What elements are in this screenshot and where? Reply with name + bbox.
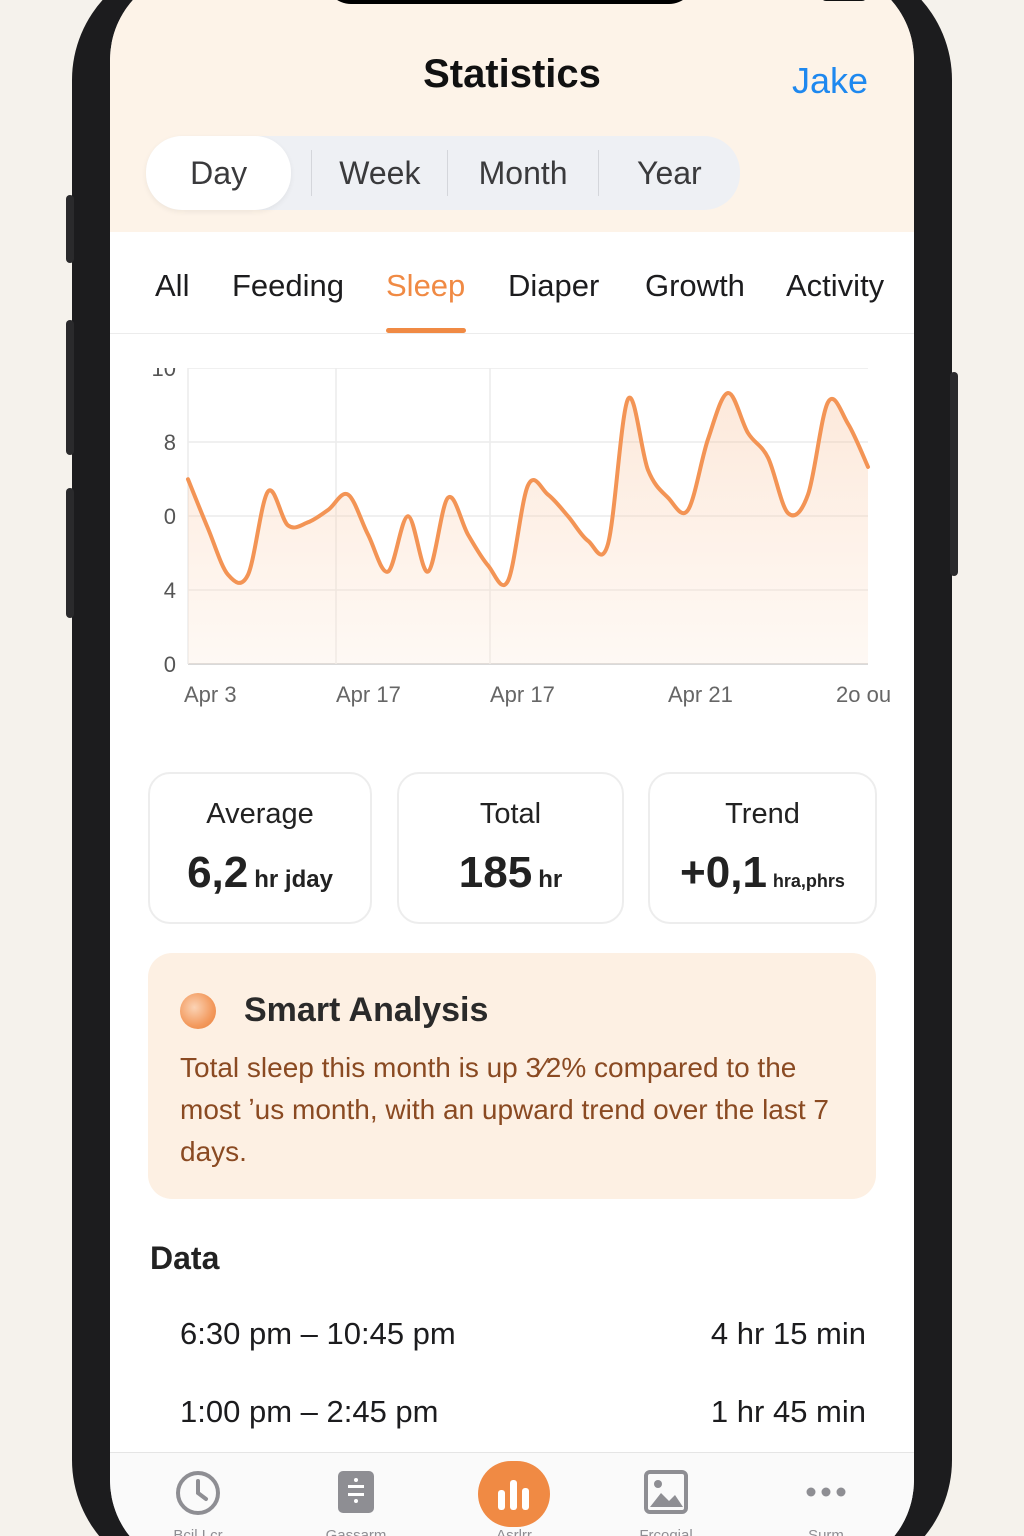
stat-unit: hra,phrs bbox=[772, 871, 845, 891]
tab-bar-label: Gassarm bbox=[325, 1527, 387, 1536]
y-tick-label: 4 bbox=[164, 578, 176, 603]
tab-bar: Bcil Lcr Gassarm Asrlrr Frcoqial Surm bbox=[110, 1452, 914, 1536]
y-tick-label: 0 bbox=[164, 652, 176, 677]
smart-analysis-card: Smart Analysis Total sleep this month is… bbox=[148, 953, 876, 1199]
stat-card-total[interactable]: Total 185 hr bbox=[397, 772, 624, 924]
y-tick-label: 0 bbox=[164, 504, 176, 529]
dynamic-island bbox=[325, 0, 695, 4]
tab-bar-label: Bcil Lcr bbox=[173, 1527, 223, 1536]
tab-bar-label: Asrlrr bbox=[496, 1527, 532, 1536]
stat-value-row: 6,2 hr jday bbox=[150, 848, 370, 898]
tab-bar-item-more[interactable]: Surm bbox=[756, 1453, 896, 1536]
sleep-chart: 10 8 0 4 0 Apr 3 Apr 17 Apr 17 Apr 21 2o ou bbox=[140, 356, 900, 748]
stat-value: 6,2 bbox=[187, 848, 249, 897]
stat-value-row: 185 hr bbox=[399, 848, 622, 898]
tab-growth[interactable]: Growth bbox=[645, 268, 745, 304]
stat-value: 185 bbox=[458, 848, 533, 897]
tab-feeding[interactable]: Feeding bbox=[232, 268, 344, 304]
more-icon bbox=[806, 1487, 846, 1497]
profile-link[interactable]: Jake bbox=[792, 60, 868, 102]
tab-activity[interactable]: Activity bbox=[786, 268, 884, 304]
tab-bar-item-photos[interactable]: Frcoqial bbox=[596, 1453, 736, 1536]
data-heading: Data bbox=[150, 1240, 220, 1276]
category-tabs: All Feeding Sleep Diaper Growth Activity bbox=[110, 232, 914, 334]
stat-unit: hr bbox=[538, 866, 563, 893]
analysis-orb-icon bbox=[180, 993, 216, 1029]
clock-icon bbox=[176, 1471, 220, 1515]
tab-bar-item-stats[interactable]: Asrlrr bbox=[444, 1453, 584, 1536]
duration: 1 hr 45 min bbox=[710, 1394, 866, 1429]
tab-bar-label: Frcoqial bbox=[639, 1527, 693, 1536]
analysis-body: Total sleep this month is up 3⁄2% compar… bbox=[180, 1052, 829, 1167]
stat-label: Trend bbox=[725, 798, 800, 830]
side-button-volume-up bbox=[66, 320, 74, 455]
tab-sleep[interactable]: Sleep bbox=[386, 268, 465, 304]
calculator-icon bbox=[338, 1471, 374, 1513]
stats-fab[interactable] bbox=[478, 1461, 550, 1527]
bar-chart-icon bbox=[498, 1480, 529, 1510]
tab-bar-label: Surm bbox=[808, 1527, 844, 1536]
segment-year[interactable]: Year bbox=[599, 136, 740, 210]
active-tab-indicator bbox=[386, 328, 466, 333]
x-tick-label: Apr 17 bbox=[490, 682, 555, 707]
y-tick-label: 10 bbox=[152, 368, 176, 381]
side-button-silent bbox=[66, 195, 74, 263]
stat-card-trend[interactable]: Trend +0,1 hra,phrs bbox=[648, 772, 877, 924]
stat-card-average[interactable]: Average 6,2 hr jday bbox=[148, 772, 372, 924]
segment-week[interactable]: Week bbox=[312, 136, 447, 210]
x-tick-label: Apr 21 bbox=[668, 682, 733, 707]
time-range: 6:30 pm – 10:45 pm bbox=[180, 1316, 456, 1351]
stat-label: Total bbox=[479, 798, 542, 830]
stat-label: Average bbox=[206, 798, 314, 830]
table-row[interactable]: 1:00 pm – 2:45 pm 1 hr 45 min bbox=[180, 1394, 866, 1434]
x-tick-label: Apr 3 bbox=[184, 682, 237, 707]
x-tick-label: 2o ou bbox=[836, 682, 891, 707]
side-button-volume-down bbox=[66, 488, 74, 618]
tab-diaper[interactable]: Diaper bbox=[508, 268, 599, 304]
segment-month[interactable]: Month bbox=[448, 136, 597, 210]
status-indicators bbox=[823, 0, 865, 1]
app-screen: Statistics Jake Day Week Month Year All … bbox=[110, 0, 914, 1536]
time-range: 1:00 pm – 2:45 pm bbox=[180, 1394, 439, 1429]
tab-bar-item-log[interactable]: Bcil Lcr bbox=[128, 1453, 268, 1536]
table-row[interactable]: 6:30 pm – 10:45 pm 4 hr 15 min bbox=[180, 1316, 866, 1356]
stat-value-row: +0,1 hra,phrs bbox=[650, 848, 875, 898]
x-tick-label: Apr 17 bbox=[336, 682, 401, 707]
tab-all[interactable]: All bbox=[155, 268, 189, 304]
stat-value: +0,1 bbox=[680, 848, 767, 897]
duration: 4 hr 15 min bbox=[710, 1316, 866, 1351]
side-button-power bbox=[950, 372, 958, 576]
stat-unit: hr jday bbox=[254, 866, 333, 893]
tab-bar-item-calc[interactable]: Gassarm bbox=[286, 1453, 426, 1536]
y-tick-label: 8 bbox=[164, 430, 176, 455]
segment-day[interactable]: Day bbox=[146, 136, 292, 210]
period-segmented-control: Day Week Month Year bbox=[146, 136, 740, 210]
analysis-title: Smart Analysis bbox=[244, 991, 489, 1029]
chart-svg: 10 8 0 4 0 Apr 3 Apr 17 Apr 17 Apr 21 2o ou bbox=[152, 356, 892, 707]
image-icon bbox=[644, 1470, 688, 1514]
